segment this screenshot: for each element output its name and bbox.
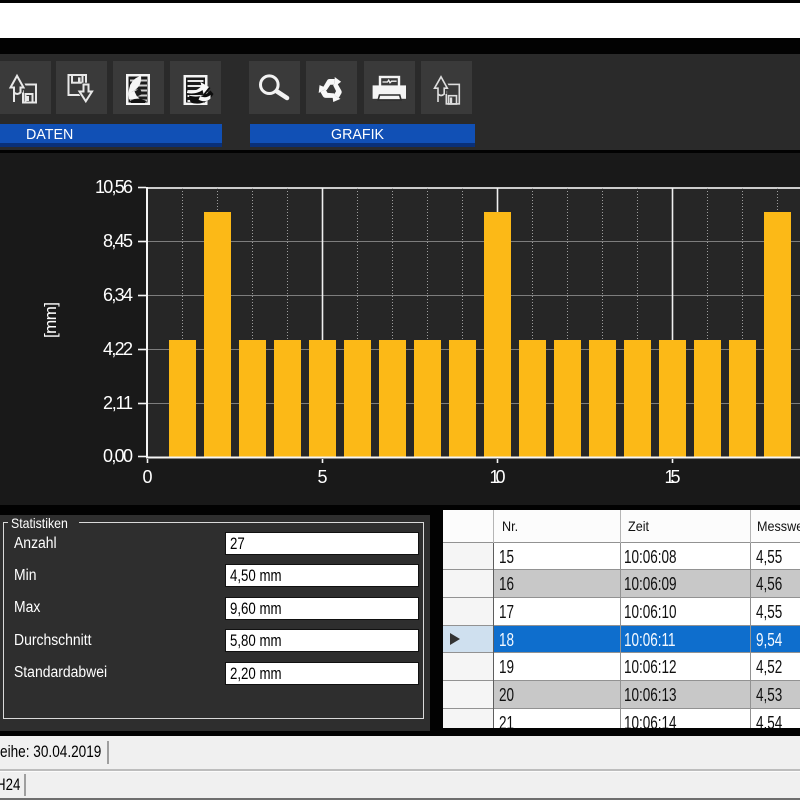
svg-text:0,00: 0,00: [103, 446, 133, 466]
svg-text:[mm]: [mm]: [41, 302, 60, 338]
svg-text:10,56: 10,56: [95, 177, 133, 197]
svg-text:2,11: 2,11: [103, 393, 133, 413]
svg-text:8,45: 8,45: [103, 231, 133, 251]
svg-text:15: 15: [665, 467, 681, 487]
svg-text:4,22: 4,22: [103, 339, 133, 359]
svg-text:10: 10: [490, 467, 506, 487]
svg-text:6,34: 6,34: [103, 285, 133, 305]
svg-text:5: 5: [317, 467, 327, 487]
svg-text:0: 0: [142, 467, 152, 487]
